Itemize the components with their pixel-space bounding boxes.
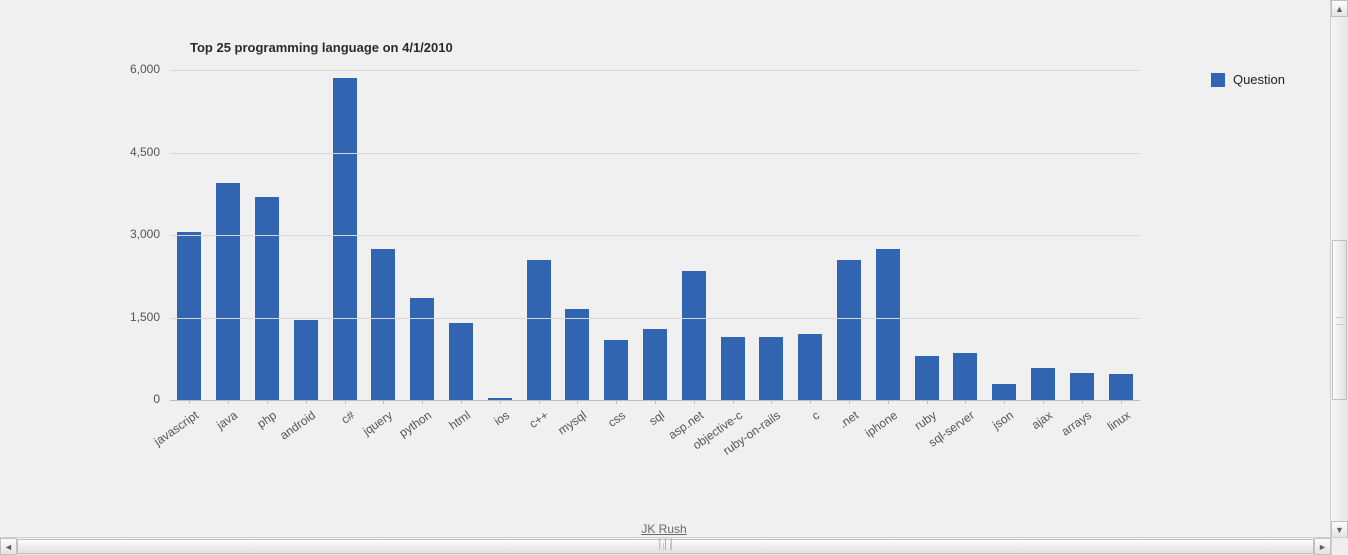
gridline (170, 153, 1140, 154)
x-tick (267, 400, 268, 404)
x-tick (500, 400, 501, 404)
x-tick (888, 400, 889, 404)
bar-ruby-on-rails[interactable] (759, 337, 783, 400)
scroll-right-button[interactable]: ► (1314, 538, 1331, 555)
bar-sql-server[interactable] (953, 353, 977, 400)
x-tick (810, 400, 811, 404)
chart-title: Top 25 programming language on 4/1/2010 (190, 40, 453, 55)
chevron-left-icon: ◄ (4, 542, 13, 552)
bar-mysql[interactable] (565, 309, 589, 400)
chevron-down-icon: ▼ (1335, 525, 1344, 535)
bar-java[interactable] (216, 183, 240, 400)
bar-jquery[interactable] (371, 249, 395, 400)
bar-objective-c[interactable] (721, 337, 745, 400)
bar-linux[interactable] (1109, 374, 1133, 400)
content-viewport: Top 25 programming language on 4/1/2010 … (0, 0, 1328, 538)
bar-css[interactable] (604, 340, 628, 401)
x-tick (228, 400, 229, 404)
x-tick (1004, 400, 1005, 404)
x-tick (539, 400, 540, 404)
bar-c-[interactable] (527, 260, 551, 400)
scroll-left-button[interactable]: ◄ (0, 538, 17, 555)
x-tick (849, 400, 850, 404)
x-tick (1043, 400, 1044, 404)
bar-arrays[interactable] (1070, 373, 1094, 401)
legend-label-question: Question (1233, 72, 1285, 87)
y-tick-label: 1,500 (110, 310, 160, 324)
legend-swatch-question (1211, 73, 1225, 87)
scroll-up-button[interactable]: ▲ (1331, 0, 1348, 17)
x-tick (306, 400, 307, 404)
bar--net[interactable] (837, 260, 861, 400)
x-tick (1082, 400, 1083, 404)
plot-area: 01,5003,0004,5006,000javascriptjavaphpan… (170, 70, 1140, 400)
bar-c[interactable] (798, 334, 822, 400)
bar-ruby[interactable] (915, 356, 939, 400)
credit-link[interactable]: JK Rush (641, 522, 686, 536)
bar-html[interactable] (449, 323, 473, 400)
x-tick (655, 400, 656, 404)
x-tick (694, 400, 695, 404)
x-tick (461, 400, 462, 404)
horizontal-scroll-track[interactable]: ׀׀׀ (17, 538, 1314, 555)
bar-c-[interactable] (333, 78, 357, 400)
gridline (170, 318, 1140, 319)
bar-php[interactable] (255, 197, 279, 401)
x-tick (345, 400, 346, 404)
bar-android[interactable] (294, 320, 318, 400)
x-tick (189, 400, 190, 404)
legend: Question (1211, 72, 1285, 87)
x-tick (965, 400, 966, 404)
scrollbar-corner (1331, 538, 1348, 555)
y-tick-label: 0 (110, 392, 160, 406)
bar-python[interactable] (410, 298, 434, 400)
horizontal-scroll-thumb[interactable]: ׀׀׀ (17, 539, 1314, 554)
bar-asp-net[interactable] (682, 271, 706, 400)
y-tick-label: 6,000 (110, 62, 160, 76)
x-tick (771, 400, 772, 404)
bar-ajax[interactable] (1031, 368, 1055, 400)
bar-json[interactable] (992, 384, 1016, 401)
x-tick (383, 400, 384, 404)
vertical-scroll-thumb[interactable] (1332, 240, 1347, 400)
x-tick (577, 400, 578, 404)
x-tick (927, 400, 928, 404)
scroll-grip-icon: ׀׀׀ (657, 540, 674, 551)
x-tick (616, 400, 617, 404)
y-tick-label: 4,500 (110, 145, 160, 159)
bar-iphone[interactable] (876, 249, 900, 400)
vertical-scrollbar[interactable]: ▲ ▼ (1330, 0, 1348, 538)
bar-sql[interactable] (643, 329, 667, 401)
y-tick-label: 3,000 (110, 227, 160, 241)
gridline (170, 70, 1140, 71)
x-tick (1121, 400, 1122, 404)
chevron-up-icon: ▲ (1335, 4, 1344, 14)
chart-panel: Top 25 programming language on 4/1/2010 … (20, 10, 1310, 520)
chevron-right-icon: ► (1318, 542, 1327, 552)
footer-credit: JK Rush (0, 522, 1328, 536)
horizontal-scrollbar[interactable]: ◄ ׀׀׀ ► (0, 537, 1348, 555)
gridline (170, 235, 1140, 236)
scroll-down-button[interactable]: ▼ (1331, 521, 1348, 538)
x-tick (733, 400, 734, 404)
bar-javascript[interactable] (177, 232, 201, 400)
x-tick (422, 400, 423, 404)
